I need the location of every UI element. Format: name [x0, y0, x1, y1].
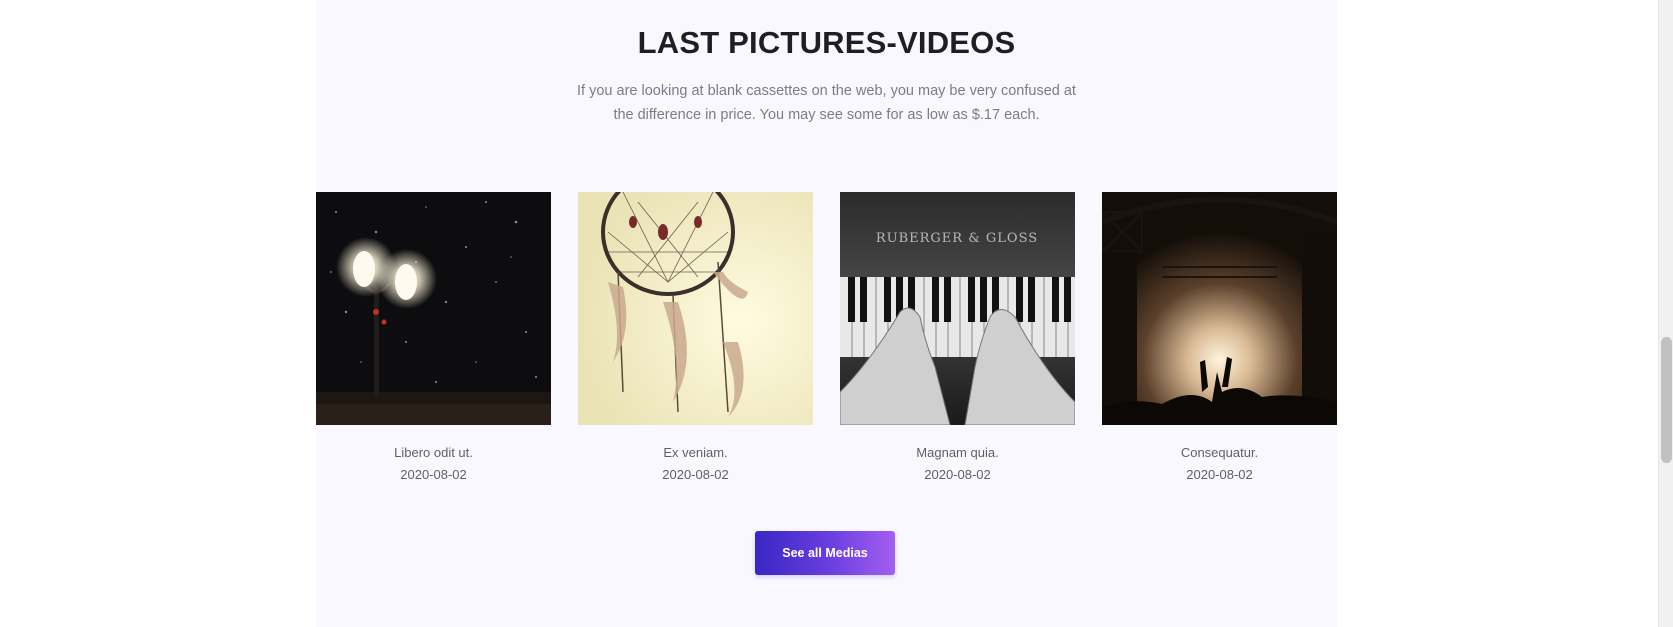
- media-date: 2020-08-02: [662, 467, 729, 482]
- section-title: LAST PICTURES-VIDEOS: [637, 25, 1016, 60]
- media-card[interactable]: Ex veniam. 2020-08-02: [578, 192, 813, 482]
- page: LAST PICTURES-VIDEOS If you are looking …: [0, 0, 1673, 627]
- media-caption: Libero odit ut.: [394, 445, 473, 460]
- media-date: 2020-08-02: [1186, 467, 1253, 482]
- media-section: LAST PICTURES-VIDEOS If you are looking …: [316, 0, 1337, 627]
- scrollbar-thumb[interactable]: [1661, 337, 1672, 463]
- media-card[interactable]: RUBERGER & GLOSS Magnam quia. 2020-08-02: [840, 192, 1075, 482]
- media-card[interactable]: Consequatur. 2020-08-02: [1102, 192, 1337, 482]
- media-caption: Ex veniam.: [663, 445, 728, 460]
- section-subtitle: If you are looking at blank cassettes on…: [577, 83, 1076, 123]
- media-date: 2020-08-02: [924, 467, 991, 482]
- media-card[interactable]: Libero odit ut. 2020-08-02: [316, 192, 551, 482]
- media-thumbnail-dreamcatcher[interactable]: [578, 192, 813, 425]
- media-caption: Consequatur.: [1180, 445, 1259, 460]
- see-all-medias-button[interactable]: See all Medias: [755, 531, 895, 575]
- media-date: 2020-08-02: [400, 467, 467, 482]
- piano-brand-text: RUBERGER & GLOSS: [876, 231, 1038, 246]
- media-thumbnail-piano[interactable]: RUBERGER & GLOSS: [840, 192, 1075, 425]
- media-caption: Magnam quia.: [916, 445, 999, 460]
- media-thumbnail-concert[interactable]: [1102, 192, 1337, 425]
- media-thumbnail-street-lamp[interactable]: [316, 192, 551, 425]
- vertical-scrollbar[interactable]: [1658, 0, 1673, 627]
